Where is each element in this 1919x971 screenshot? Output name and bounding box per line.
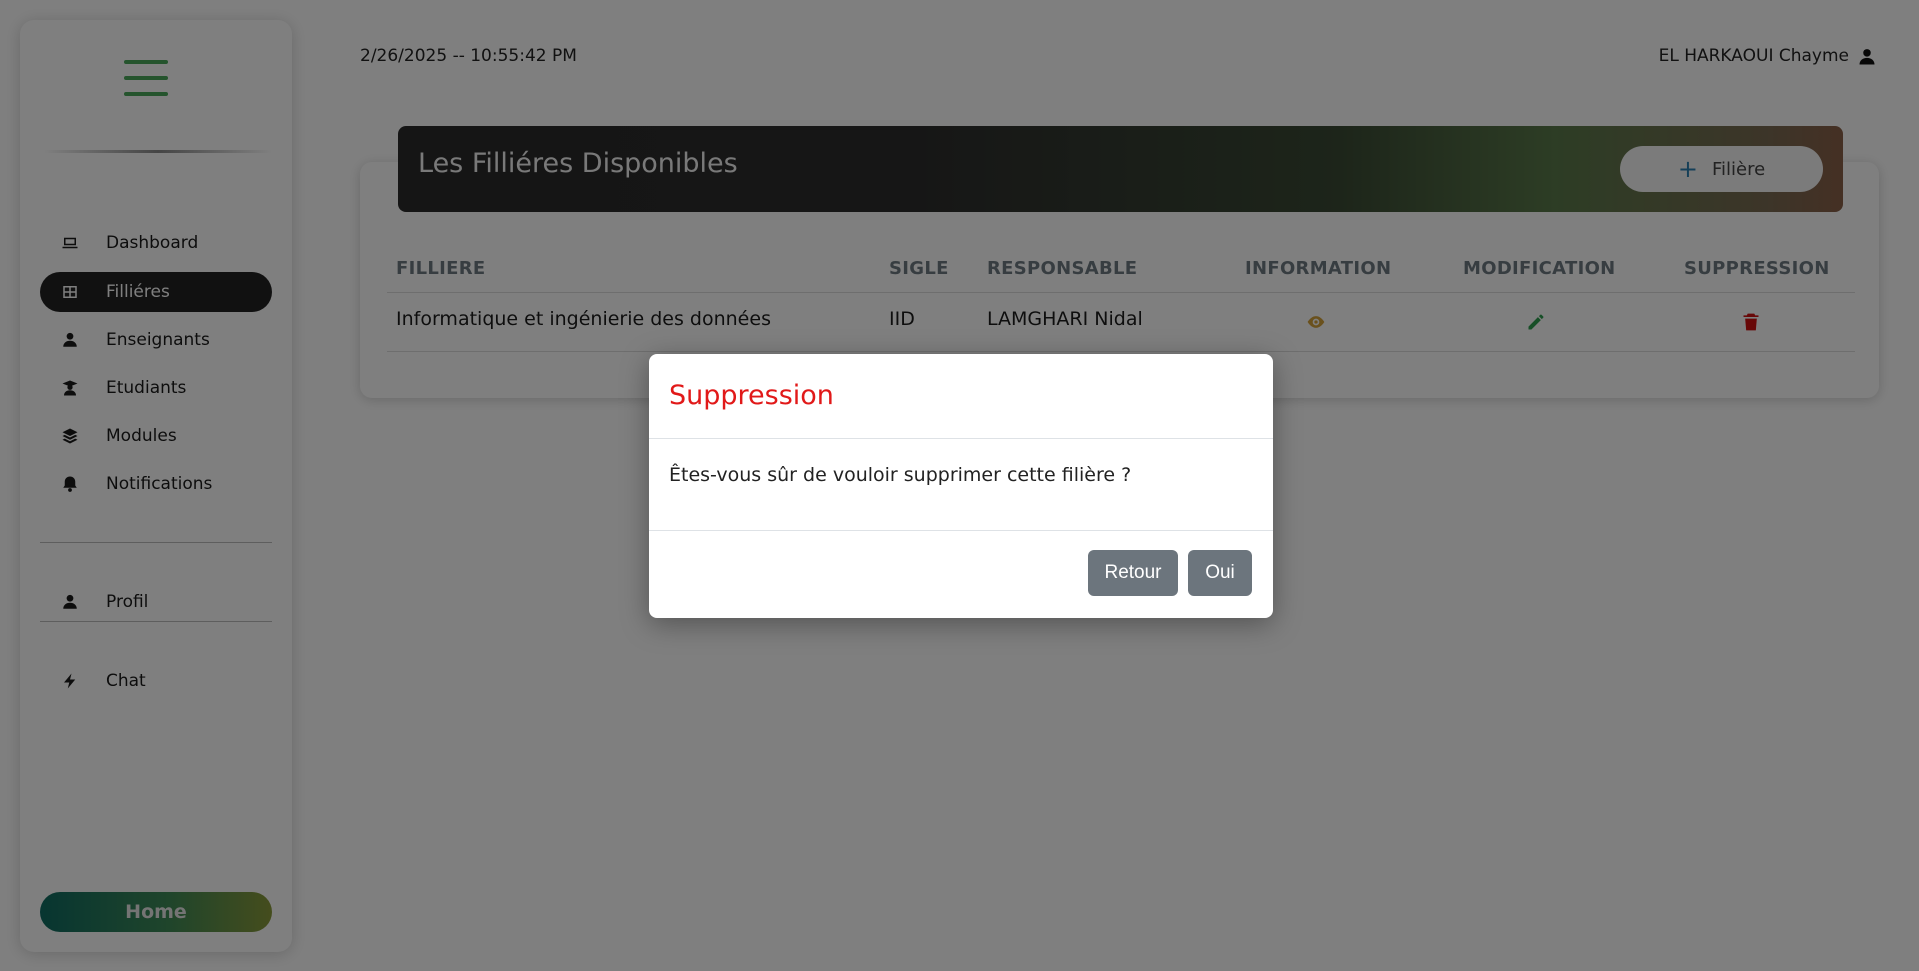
modal-divider [649,530,1273,531]
modal-message: Êtes-vous sûr de vouloir supprimer cette… [669,464,1132,486]
modal-title: Suppression [669,380,834,411]
modal-divider [649,438,1273,439]
oui-button[interactable]: Oui [1188,550,1252,596]
retour-button[interactable]: Retour [1088,550,1178,596]
delete-confirmation-modal: Suppression Êtes-vous sûr de vouloir sup… [649,354,1273,618]
